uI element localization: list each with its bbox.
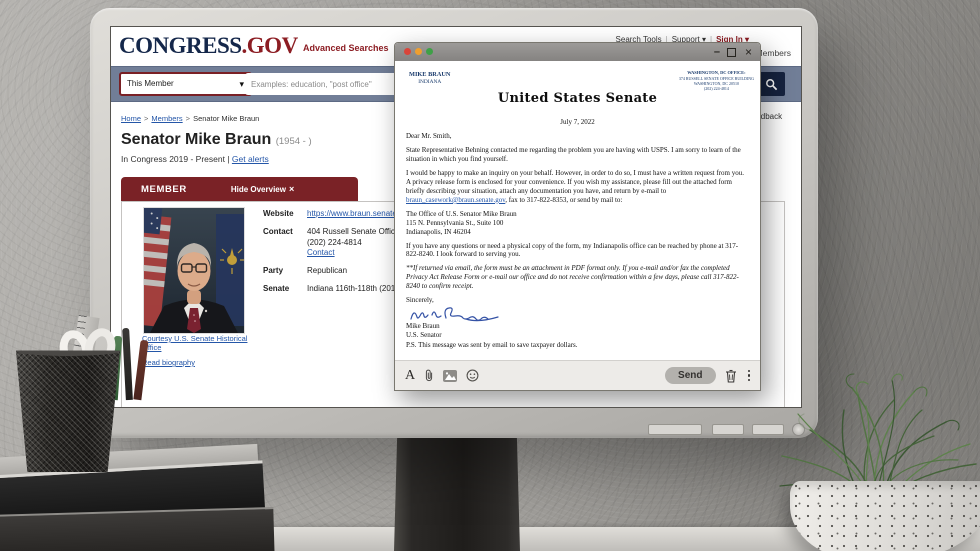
paragraph-5-disclaimer: **If returned via email, the form must b… [406,264,749,291]
letterhead-org: United States Senate [395,91,760,106]
postscript: P.S. This message was sent by email to s… [406,341,749,350]
traffic-light-zoom[interactable] [426,48,433,55]
compose-toolbar: A Send [395,360,760,390]
monitor-screen: CONGRESS.GOV Advanced Searches Search To… [110,26,802,408]
more-options-icon[interactable] [748,370,751,382]
search-button[interactable] [757,72,785,96]
detail-label: Contact [263,227,307,259]
hide-overview-button[interactable]: Hide Overview× [231,184,294,194]
breadcrumb-current: Senator Mike Braun [193,114,259,123]
search-icon [765,78,778,91]
logo-congress: CONGRESS [119,33,242,58]
congress-gov-logo[interactable]: CONGRESS.GOV [119,33,298,59]
search-scope-value: This Member [127,79,174,88]
member-subtitle: In Congress 2019 - Present | Get alerts [121,154,269,164]
contact-link[interactable]: Contact [307,248,335,257]
signature-script [408,306,503,322]
detail-label: Party [263,266,307,277]
breadcrumb-separator: > [144,114,148,123]
letter-text: Dear Mr. Smith, State Representative Beh… [406,132,749,350]
party-value: Republican [307,266,347,277]
window-titlebar[interactable]: – × [395,43,760,61]
traffic-light-close[interactable] [404,48,411,55]
window-maximize-button[interactable] [727,48,736,57]
monitor-button [712,424,744,435]
traffic-light-minimize[interactable] [415,48,422,55]
photo-credit-link[interactable]: Courtesy U.S. Senate Historical Office [142,334,247,352]
send-button[interactable]: Send [665,367,715,384]
advanced-searches-link[interactable]: Advanced Searches [303,43,389,53]
window-close-button[interactable]: × [745,45,752,59]
logo-gov: .GOV [242,33,298,58]
compose-letter-window: – × MIKE BRAUN INDIANA WASHINGTON, DC OF… [394,42,761,391]
signed-name: Mike Braun [406,322,749,331]
chevron-down-icon: ▾ [239,74,244,94]
breadcrumb: Home>Members>Senator Mike Braun [121,114,259,123]
closing: Sincerely, [406,296,749,305]
member-years: (1954 - ) [276,136,312,147]
member-portrait [144,208,244,333]
letterhead-sender: MIKE BRAUN INDIANA [409,71,450,86]
detail-label: Website [263,209,307,220]
sender-name: MIKE BRAUN [409,71,450,79]
close-icon: × [289,184,294,194]
casework-email-link[interactable]: braun_casework@braun.senate.gov [406,196,505,204]
insert-emoji-icon[interactable] [466,369,479,382]
search-scope-select[interactable]: This Member ▾ [119,72,252,96]
read-biography-link[interactable]: Read biography [142,358,195,367]
tab-member[interactable]: MEMBER Hide Overview× [121,177,358,201]
letter-body[interactable]: MIKE BRAUN INDIANA WASHINGTON, DC OFFICE… [395,61,760,361]
detail-label: Senate [263,284,307,295]
pen-cup [16,348,120,472]
salutation: Dear Mr. Smith, [406,132,749,141]
letter-date: July 7, 2022 [395,118,760,126]
book-stack [0,507,275,551]
page-title: Senator Mike Braun (1954 - ) [121,131,312,149]
sender-state: INDIANA [409,79,450,86]
trash-icon[interactable] [725,369,737,383]
insert-image-icon[interactable] [443,370,457,382]
breadcrumb-members[interactable]: Members [151,114,182,123]
attach-file-icon[interactable] [424,369,434,382]
window-minimize-button[interactable]: – [714,45,720,59]
scene: CONGRESS.GOV Advanced Searches Search To… [0,0,980,551]
office-address-block: The Office of U.S. Senator Mike Braun 11… [406,210,749,237]
paragraph-4: If you have any questions or need a phys… [406,242,749,260]
plant-pot [790,481,980,551]
monitor-stand [394,436,520,551]
tab-member-label: MEMBER [141,184,187,195]
get-alerts-link[interactable]: Get alerts [232,154,269,164]
monitor-menu-button [648,424,702,435]
paragraph-1: State Representative Behning contacted m… [406,146,749,164]
breadcrumb-separator: > [186,114,190,123]
breadcrumb-home[interactable]: Home [121,114,141,123]
letterhead-office: WASHINGTON, DC OFFICE: 374 RUSSELL SENAT… [679,70,754,91]
signed-title: U.S. Senator [406,331,749,340]
paragraph-2: I would be happy to make an inquiry on y… [406,169,749,205]
formatting-options-icon[interactable]: A [405,369,415,383]
